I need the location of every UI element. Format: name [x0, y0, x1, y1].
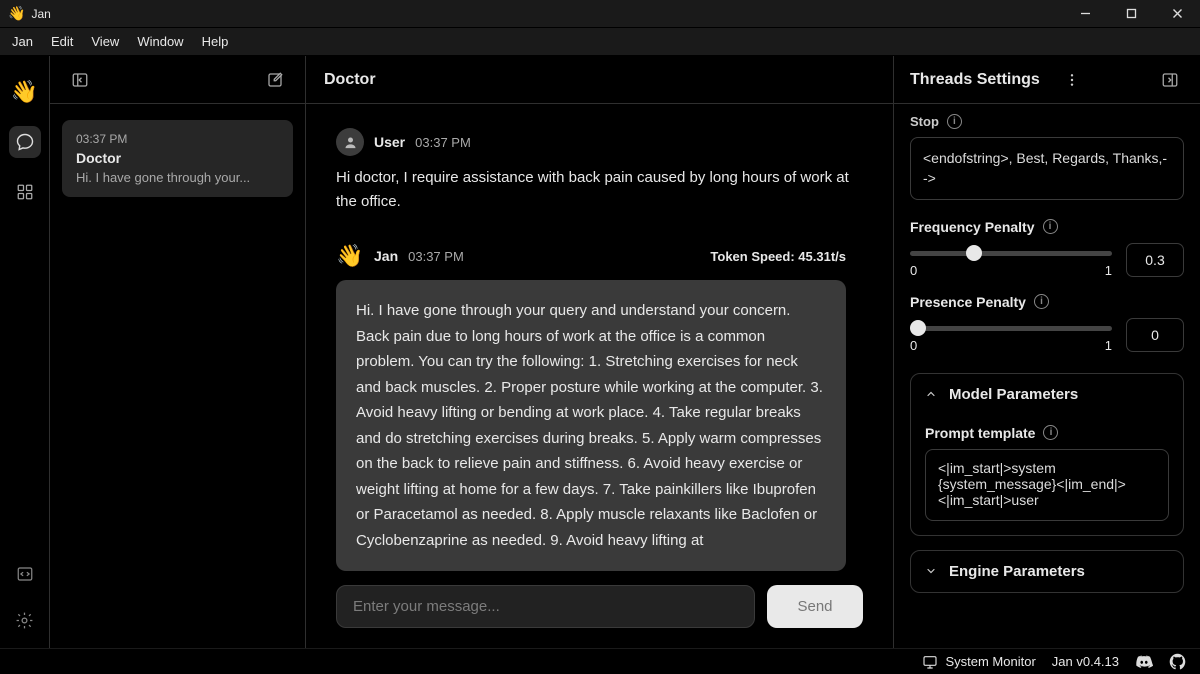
code-icon[interactable]: [9, 558, 41, 590]
prompt-template-input[interactable]: <|im_start|>system {system_message}<|im_…: [925, 449, 1169, 521]
user-name: User: [374, 134, 405, 150]
window-controls: [1062, 0, 1200, 27]
titlebar: 👋 Jan: [0, 0, 1200, 28]
menubar: Jan Edit View Window Help: [0, 28, 1200, 56]
pres-min: 0: [910, 338, 917, 353]
thread-preview: Hi. I have gone through your...: [76, 170, 279, 185]
menu-jan[interactable]: Jan: [4, 31, 41, 52]
minimize-button[interactable]: [1062, 0, 1108, 27]
apps-icon[interactable]: [9, 176, 41, 208]
freq-max: 1: [1105, 263, 1112, 278]
settings-title: Threads Settings: [910, 71, 1040, 89]
jan-message: Hi. I have gone through your query and u…: [336, 280, 846, 571]
system-monitor-label: System Monitor: [945, 654, 1035, 669]
jan-msg-time: 03:37 PM: [408, 249, 464, 264]
pres-max: 1: [1105, 338, 1112, 353]
freq-min: 0: [910, 263, 917, 278]
chat-icon[interactable]: [9, 126, 41, 158]
chevron-down-icon: [925, 565, 937, 577]
model-parameters-toggle[interactable]: Model Parameters: [911, 374, 1183, 415]
nav-rail: 👋: [0, 56, 50, 648]
prompt-template-label: Prompt template: [925, 425, 1035, 441]
chevron-up-icon: [925, 388, 937, 400]
discord-icon[interactable]: [1135, 653, 1153, 671]
model-parameters-section: Model Parameters Prompt template i <|im_…: [910, 373, 1184, 536]
info-icon[interactable]: i: [1043, 219, 1058, 234]
pres-penalty-value[interactable]: 0: [1126, 318, 1184, 352]
more-icon[interactable]: [1058, 66, 1086, 94]
jan-name: Jan: [374, 248, 398, 264]
user-message: Hi doctor, I require assistance with bac…: [336, 166, 856, 214]
version-label: Jan v0.4.13: [1052, 654, 1119, 669]
jan-logo-icon[interactable]: 👋: [9, 76, 41, 108]
info-icon[interactable]: i: [1034, 294, 1049, 309]
engine-parameters-title: Engine Parameters: [949, 563, 1085, 580]
thread-item[interactable]: 03:37 PM Doctor Hi. I have gone through …: [62, 120, 293, 197]
github-icon[interactable]: [1169, 653, 1186, 670]
settings-icon[interactable]: [9, 604, 41, 636]
jan-avatar-icon: 👋: [336, 242, 364, 270]
chat-panel: Doctor User 03:37 PM Hi doctor, I requir…: [306, 56, 894, 648]
menu-help[interactable]: Help: [194, 31, 237, 52]
user-avatar-icon: [336, 128, 364, 156]
menu-edit[interactable]: Edit: [43, 31, 81, 52]
menu-window[interactable]: Window: [129, 31, 191, 52]
thread-title: Doctor: [76, 150, 279, 166]
menu-view[interactable]: View: [83, 31, 127, 52]
pres-penalty-label: Presence Penalty: [910, 294, 1026, 310]
model-parameters-title: Model Parameters: [949, 386, 1078, 403]
engine-parameters-toggle[interactable]: Engine Parameters: [911, 551, 1183, 592]
freq-penalty-label: Frequency Penalty: [910, 219, 1035, 235]
info-icon[interactable]: i: [1043, 425, 1058, 440]
freq-penalty-value[interactable]: 0.3: [1126, 243, 1184, 277]
user-msg-time: 03:37 PM: [415, 135, 471, 150]
settings-panel: Threads Settings Stop i Frequency Penalt…: [894, 56, 1200, 648]
freq-penalty-slider[interactable]: [910, 251, 1112, 256]
token-speed: Token Speed: 45.31t/s: [710, 249, 846, 264]
stop-label: Stop: [910, 114, 939, 129]
window-title: Jan: [31, 7, 50, 21]
collapse-left-icon[interactable]: [66, 66, 94, 94]
new-thread-icon[interactable]: [261, 66, 289, 94]
thread-time: 03:37 PM: [76, 132, 279, 146]
message-input[interactable]: [336, 585, 755, 628]
collapse-right-icon[interactable]: [1156, 66, 1184, 94]
info-icon[interactable]: i: [947, 114, 962, 129]
chat-title: Doctor: [324, 71, 376, 89]
system-monitor-button[interactable]: System Monitor: [922, 654, 1035, 670]
stop-input[interactable]: [910, 137, 1184, 200]
app-icon: 👋: [8, 5, 25, 22]
pres-penalty-slider[interactable]: [910, 326, 1112, 331]
send-button[interactable]: Send: [767, 585, 863, 628]
maximize-button[interactable]: [1108, 0, 1154, 27]
engine-parameters-section: Engine Parameters: [910, 550, 1184, 593]
close-button[interactable]: [1154, 0, 1200, 27]
statusbar: System Monitor Jan v0.4.13: [0, 648, 1200, 674]
threads-panel: 03:37 PM Doctor Hi. I have gone through …: [50, 56, 306, 648]
